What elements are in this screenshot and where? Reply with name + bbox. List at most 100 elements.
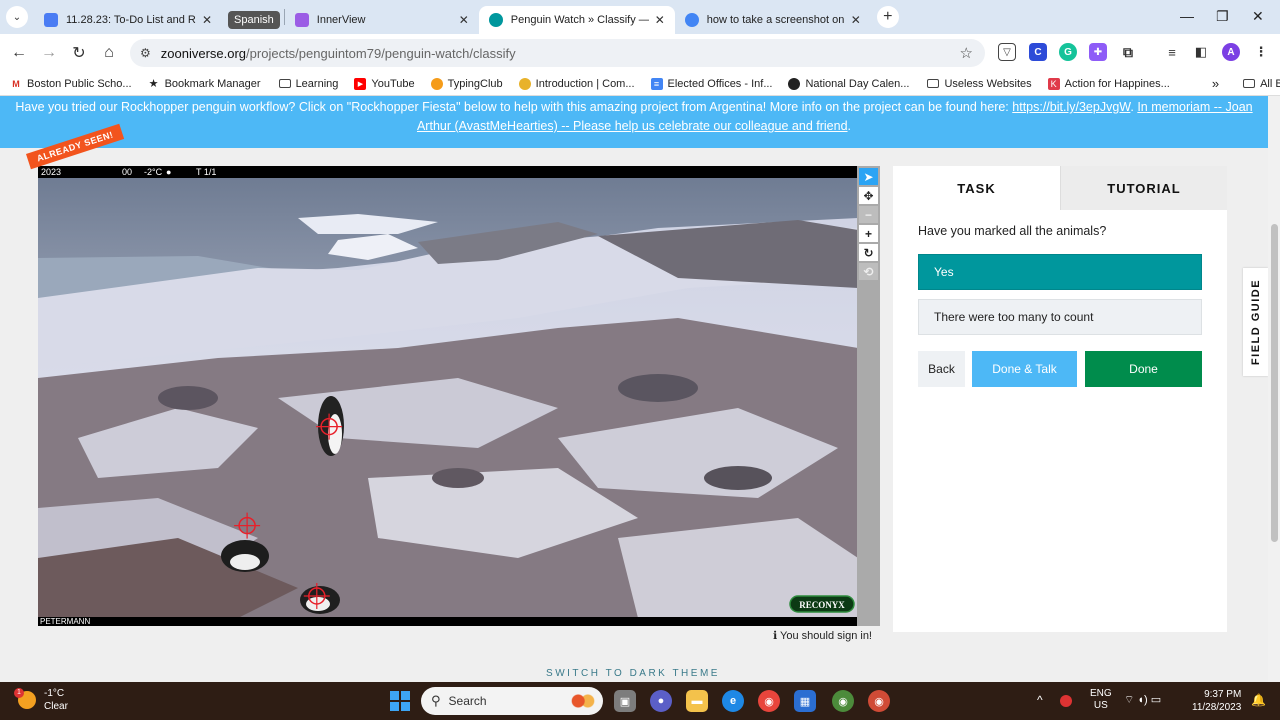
reading-list-icon[interactable]: ≡ [1163, 43, 1181, 61]
notifications-icon[interactable]: 🔔 [1251, 693, 1266, 707]
home-icon[interactable]: ⌂ [94, 44, 124, 62]
announcement-banner: Have you tried our Rockhopper penguin wo… [0, 96, 1268, 148]
bookmark-item[interactable]: K Action for Happines... [1047, 77, 1170, 90]
tab-tutorial[interactable]: TUTORIAL [1060, 166, 1227, 210]
bookmark-item[interactable]: National Day Calen... [788, 77, 909, 90]
close-tab-icon[interactable]: ✕ [459, 13, 469, 27]
clock[interactable]: 9:37 PM 11/28/2023 [1192, 688, 1241, 714]
restore-icon[interactable]: ❐ [1216, 8, 1229, 25]
bookmark-item[interactable]: TypingClub [430, 77, 503, 90]
moon-phase-icon: ● [166, 167, 172, 177]
close-tab-icon[interactable]: ✕ [655, 13, 665, 27]
tab-todo-list[interactable]: 11.28.23: To-Do List and Remin ✕ [34, 6, 222, 34]
tab-penguin-watch[interactable]: Penguin Watch » Classify — Zo ✕ [478, 6, 675, 34]
weather-widget[interactable]: 1 -1°C Clear [14, 687, 68, 713]
task-tabs: TASK TUTORIAL [893, 166, 1227, 210]
windows-start-icon[interactable] [390, 691, 410, 711]
tray-overflow-icon[interactable]: ^ [1037, 693, 1043, 707]
done-and-talk-button[interactable]: Done & Talk [972, 351, 1077, 387]
info-icon: ℹ [773, 630, 778, 642]
camera-info-strip: 2023 00 -2°C ● T 1/1 [38, 166, 858, 178]
close-tab-icon[interactable]: ✕ [851, 13, 861, 27]
site-info-icon[interactable]: ⚙ [140, 46, 151, 60]
zoom-in-icon[interactable]: + [859, 225, 878, 242]
store-icon[interactable]: ▦ [794, 690, 816, 712]
kebab-menu-icon[interactable]: ⋮ [1252, 43, 1270, 61]
bookmark-item[interactable]: ★ Bookmark Manager [147, 77, 261, 90]
tab-group-spanish[interactable]: Spanish [228, 11, 280, 29]
taskbar-search[interactable]: ⚲ Search [421, 687, 603, 715]
docs-icon: ≡ [650, 77, 663, 90]
bookmark-item[interactable]: ▶ YouTube [354, 77, 415, 90]
pan-move-icon[interactable]: ✥ [859, 187, 878, 204]
clock-time: 9:37 PM [1204, 689, 1242, 700]
tab-search-icon[interactable]: ⌄ [6, 6, 28, 28]
all-bookmarks-button[interactable]: All Bookmarks [1243, 78, 1280, 90]
subject-image-viewer[interactable]: 2023 00 -2°C ● T 1/1 RECONYX PETERMANN [38, 166, 858, 626]
penguin-figure-2 [221, 540, 269, 572]
browser-tab-strip: ⌄ 11.28.23: To-Do List and Remin ✕ Spani… [0, 0, 1280, 34]
field-guide-tab[interactable]: FIELD GUIDE [1243, 268, 1268, 376]
bookmark-item[interactable]: M Boston Public Scho... [10, 77, 132, 90]
minimize-icon[interactable]: — [1180, 8, 1194, 24]
side-panel-icon[interactable]: ◧ [1192, 43, 1210, 61]
close-window-icon[interactable]: ✕ [1252, 8, 1264, 25]
address-bar[interactable]: ⚙ zooniverse.org /projects/penguintom79/… [130, 39, 985, 67]
forward-icon[interactable]: → [34, 44, 64, 62]
c-extension-icon[interactable]: C [1029, 43, 1047, 61]
bookmark-item[interactable]: Learning [278, 78, 338, 90]
chrome-icon[interactable]: ◉ [758, 690, 780, 712]
task-view-icon[interactable]: ▣ [614, 690, 636, 712]
annotate-pointer-icon[interactable]: ➤ [859, 168, 878, 185]
grammarly-extension-icon[interactable]: G [1059, 43, 1077, 61]
bookmark-star-icon[interactable]: ☆ [960, 44, 973, 62]
bookmark-label: Bookmark Manager [164, 77, 261, 90]
done-button[interactable]: Done [1085, 351, 1202, 387]
tab-task[interactable]: TASK [893, 166, 1060, 210]
reload-icon[interactable]: ↻ [64, 43, 94, 63]
file-explorer-icon[interactable]: ▬ [686, 690, 708, 712]
task-question: Have you marked all the animals? [918, 224, 1107, 238]
language-indicator[interactable]: ENG US [1090, 688, 1112, 712]
close-tab-icon[interactable]: ✕ [202, 13, 212, 27]
back-button[interactable]: Back [918, 351, 965, 387]
vpn-status-icon[interactable] [1060, 695, 1072, 707]
banner-link-bitly[interactable]: https://bit.ly/3epJvgW [1012, 100, 1130, 114]
field-guide-label: FIELD GUIDE [1249, 278, 1262, 366]
page-content: Have you tried our Rockhopper penguin wo… [0, 96, 1268, 682]
answer-too-many-button[interactable]: There were too many to count [918, 299, 1202, 335]
page-scrollbar[interactable] [1268, 96, 1280, 682]
penguin-photo[interactable]: RECONYX [38, 178, 858, 618]
windows-taskbar: 1 -1°C Clear ⚲ Search ▣ ● ▬ e ◉ ▦ ◉ ◉ ^ … [0, 682, 1280, 720]
sign-in-note: ℹ You should sign in! [773, 629, 872, 642]
switch-dark-theme-link[interactable]: SWITCH TO DARK THEME [0, 668, 1266, 679]
task-panel: TASK TUTORIAL Have you marked all the an… [893, 166, 1227, 632]
edge-icon[interactable]: e [722, 690, 744, 712]
rotate-icon[interactable]: ↻ [859, 244, 878, 261]
bookmark-item[interactable]: Introduction | Com... [518, 77, 635, 90]
folder-icon [278, 79, 291, 88]
back-icon[interactable]: ← [4, 44, 34, 62]
wifi-volume-battery-icon[interactable]: ⌔ ◖) ▭ [1124, 693, 1161, 707]
bookmark-label: Elected Offices - Inf... [667, 77, 773, 90]
zoom-out-icon[interactable]: − [859, 206, 878, 223]
search-label: Search [448, 694, 487, 708]
teams-chat-icon[interactable]: ● [650, 690, 672, 712]
chrome-profile-2-icon[interactable]: ◉ [868, 690, 890, 712]
shield-extension-icon[interactable]: ▽ [998, 43, 1016, 61]
extensions-icon[interactable]: ⧉ [1119, 43, 1137, 61]
answer-yes-button[interactable]: Yes [918, 254, 1202, 290]
reset-view-icon[interactable]: ⟲ [859, 263, 878, 280]
tab-innerview[interactable]: InnerView ✕ [285, 6, 479, 34]
weather-moon-icon: 1 [14, 688, 36, 709]
chrome-profile-icon[interactable]: ◉ [832, 690, 854, 712]
tab-screenshot-search[interactable]: how to take a screenshot on wi ✕ [675, 6, 871, 34]
bookmarks-overflow-icon[interactable]: » [1212, 76, 1219, 91]
new-tab-button[interactable]: + [876, 6, 899, 28]
scrollbar-thumb[interactable] [1271, 224, 1278, 542]
profile-avatar[interactable]: A [1222, 43, 1240, 61]
bookmark-item[interactable]: Useless Websites [927, 78, 1032, 90]
puzzle-extension-icon[interactable]: ✚ [1089, 43, 1107, 61]
camera-frame: T 1/1 [196, 167, 217, 177]
bookmark-item[interactable]: ≡ Elected Offices - Inf... [650, 77, 773, 90]
